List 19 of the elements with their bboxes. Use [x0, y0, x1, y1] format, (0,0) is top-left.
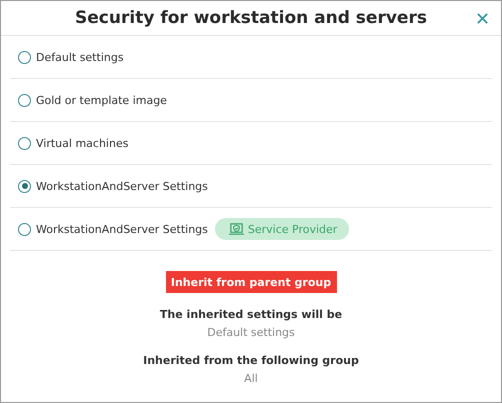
radio-button[interactable] — [18, 136, 31, 150]
badge-label: Service Provider — [248, 222, 338, 236]
info-heading: Inherited from the following group — [143, 354, 359, 367]
info-value: Default settings — [207, 326, 295, 339]
inherit-button[interactable]: Inherit from parent group — [166, 271, 336, 293]
close-icon[interactable] — [476, 12, 489, 25]
option-label[interactable]: Virtual machines — [36, 136, 128, 150]
radio-button[interactable] — [18, 180, 31, 192]
radio-button[interactable] — [18, 94, 31, 106]
option-label[interactable]: WorkstationAndServer Settings — [36, 180, 208, 192]
option-label[interactable]: Default settings — [36, 50, 124, 64]
info-heading: The inherited settings will be — [160, 308, 342, 321]
window-title: Security for workstation and servers — [75, 8, 427, 28]
radio-button[interactable] — [18, 222, 31, 236]
radio-button[interactable] — [18, 50, 31, 64]
option-label[interactable]: Gold or template image — [36, 94, 167, 106]
laptop-shield-icon — [228, 222, 245, 236]
option-label[interactable]: WorkstationAndServer Settings — [36, 222, 208, 236]
info-value: All — [244, 372, 258, 385]
